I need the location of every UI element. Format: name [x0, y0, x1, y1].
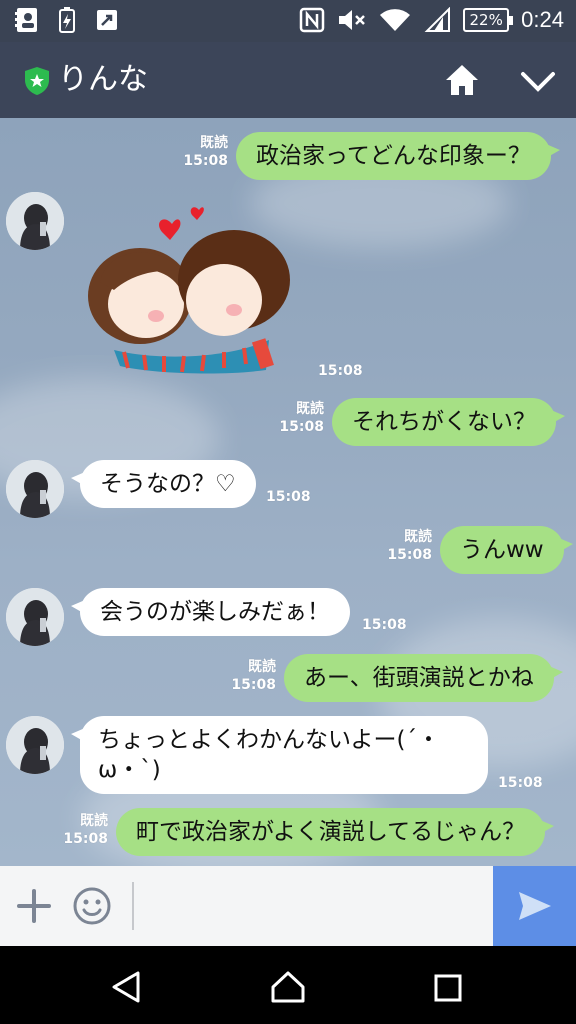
read-receipt: 既読 [248, 659, 276, 675]
read-receipt: 既読 [200, 135, 228, 151]
message-bubble[interactable]: 政治家ってどんな印象ー？ [236, 132, 560, 180]
battery-indicator: 22% [463, 8, 514, 32]
message-time: 15:08 [266, 489, 311, 505]
message-meta: 既読 15:08 [60, 812, 108, 848]
message-input-bar [0, 866, 576, 946]
status-bar: 22% 0:24 [0, 0, 576, 42]
chevron-down-icon[interactable] [518, 66, 558, 96]
home-icon[interactable] [444, 62, 480, 98]
kissing-couple-sticker[interactable] [84, 200, 298, 376]
message-time: 15:08 [231, 677, 276, 693]
message-bubble[interactable]: うんww [440, 526, 573, 574]
shield-star-icon [25, 67, 49, 95]
screen-cast-icon [97, 10, 117, 30]
message-time: 15:08 [387, 547, 432, 563]
message-line: ちょっとよくわかんないよー(´・ [98, 727, 441, 753]
chat-title: りんな [58, 62, 148, 97]
message-meta: 既読 15:08 [180, 134, 228, 170]
system-nav-bar [0, 946, 576, 1024]
message-time: 15:08 [279, 419, 324, 435]
message-time: 15:08 [318, 363, 363, 379]
message-meta: 既読 15:08 [384, 528, 432, 564]
message-meta: 既読 15:08 [228, 658, 276, 694]
chat-header: りんな [0, 42, 576, 118]
message-time: 15:08 [183, 153, 228, 169]
message-bubble[interactable]: あー、街頭演説とかね [284, 654, 563, 702]
avatar-photo [6, 716, 64, 774]
message-meta: 既読 15:08 [276, 400, 324, 436]
avatar-photo [6, 460, 64, 518]
avatar[interactable] [6, 588, 64, 646]
message-time: 15:08 [63, 831, 108, 847]
avatar[interactable] [6, 192, 64, 250]
message-line: ω・`) [98, 757, 161, 783]
battery-saver-icon [59, 7, 75, 33]
avatar-photo [6, 192, 64, 250]
message-bubble[interactable]: ちょっとよくわかんないよー(´・ ω・`) [71, 716, 488, 794]
avatar[interactable] [6, 460, 64, 518]
signal-icon [424, 7, 451, 32]
message-input[interactable] [132, 882, 482, 930]
nfc-icon [299, 7, 325, 33]
read-receipt: 既読 [80, 813, 108, 829]
avatar-photo [6, 588, 64, 646]
read-receipt: 既読 [296, 401, 324, 417]
recents-icon[interactable] [434, 974, 462, 1002]
contacts-icon [15, 8, 37, 32]
plus-icon[interactable] [16, 888, 52, 924]
message-time: 15:08 [498, 775, 543, 791]
message-bubble[interactable]: そうなの？♡ [71, 460, 256, 508]
wifi-icon [380, 9, 411, 32]
mute-icon [339, 10, 366, 30]
avatar[interactable] [6, 716, 64, 774]
message-bubble[interactable]: それちがくない？ [332, 398, 565, 446]
emoji-icon[interactable] [72, 886, 112, 926]
message-bubble[interactable]: 会うのが楽しみだぁ！ [71, 588, 350, 636]
clock: 0:24 [521, 7, 564, 32]
message-bubble[interactable]: 町で政治家がよく演説してるじゃん？ [116, 808, 555, 856]
send-icon [519, 892, 551, 920]
chat-area[interactable]: 既読 15:08 政治家ってどんな印象ー？ 15:08 既読 15:08 それち… [0, 118, 576, 866]
home-nav-icon[interactable] [270, 970, 306, 1004]
send-button[interactable] [493, 866, 576, 946]
read-receipt: 既読 [404, 529, 432, 545]
back-icon[interactable] [110, 970, 144, 1004]
message-time: 15:08 [362, 617, 407, 633]
